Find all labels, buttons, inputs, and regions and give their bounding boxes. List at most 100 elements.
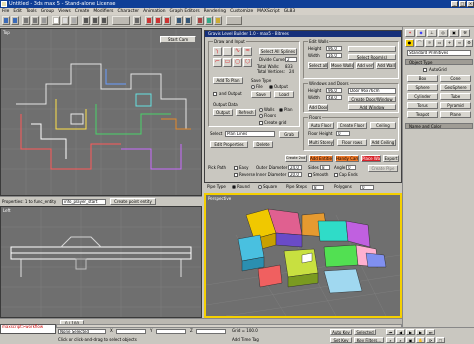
pipe-steps-field[interactable]: 8	[312, 185, 324, 190]
primitive-type-dropdown[interactable]: Standard Primitives	[407, 50, 471, 56]
menu-file[interactable]: File	[0, 9, 11, 14]
select-all-splines-button[interactable]: Select All Splines	[259, 48, 297, 55]
angle-field[interactable]: 0	[346, 165, 356, 170]
floors-radio[interactable]	[259, 114, 263, 118]
select-dropdown[interactable]: Plan Lines	[225, 131, 275, 137]
bind-icon[interactable]	[40, 16, 48, 25]
geosphere-button[interactable]: GeoSphere	[440, 84, 471, 91]
menu-character[interactable]: Character	[115, 9, 141, 14]
auto-key-button[interactable]: Auto Key	[330, 329, 352, 335]
wave-tool-icon[interactable]: ≈	[243, 47, 252, 56]
file-radio[interactable]	[251, 85, 255, 89]
add-door-button[interactable]: Add Door	[308, 104, 328, 111]
viewport-left[interactable]: Left	[0, 206, 202, 318]
angle-snap-icon[interactable]	[154, 16, 162, 25]
align-icon[interactable]	[184, 16, 192, 25]
save-button[interactable]: Save	[251, 91, 271, 98]
move-icon[interactable]	[82, 16, 90, 25]
render-scene-icon[interactable]	[205, 16, 213, 25]
ceiling-button[interactable]: Ceiling	[370, 122, 396, 129]
play-icon[interactable]: ▶	[406, 329, 415, 335]
lights-icon[interactable]: ☼	[425, 39, 434, 47]
rotate-icon[interactable]	[91, 16, 99, 25]
and-output-checkbox[interactable]	[213, 92, 217, 96]
redo-icon[interactable]	[11, 16, 19, 25]
y-coord-field[interactable]	[156, 329, 186, 334]
name-color-rollout[interactable]: Name and Color	[405, 123, 473, 129]
menu-group[interactable]: Group	[39, 9, 56, 14]
pan-icon[interactable]: ✋	[416, 337, 425, 343]
create-door-window-button[interactable]: Create Door/Window	[348, 96, 396, 102]
output-button[interactable]: Output	[213, 109, 233, 116]
select-all-button[interactable]: Select all	[308, 62, 328, 69]
viewport-perspective[interactable]: Perspective	[204, 193, 402, 318]
create-2nd-storey-button[interactable]: Create 2nd storey	[285, 155, 307, 162]
menu-maxscript[interactable]: MAXScript	[255, 9, 282, 14]
menu-animation[interactable]: Animation	[141, 9, 167, 14]
output-radio[interactable]	[269, 85, 273, 89]
pick-path-label[interactable]: Pick Path	[208, 165, 226, 170]
go-to-end-icon[interactable]: ⏭	[426, 329, 435, 335]
prev-frame-icon[interactable]: ◀	[396, 329, 405, 335]
grab-button[interactable]: Grab	[279, 131, 299, 138]
export-button[interactable]: Export	[383, 155, 399, 162]
select-icon[interactable]	[52, 16, 60, 25]
walls-radio[interactable]	[259, 108, 263, 112]
selected-dropdown[interactable]: Selected	[354, 329, 376, 335]
select-by-name-icon[interactable]	[61, 16, 69, 25]
delete-button[interactable]: Delete	[253, 141, 273, 148]
percent-snap-icon[interactable]	[163, 16, 171, 25]
arc-rotate-icon[interactable]: ⟳	[426, 337, 435, 343]
menu-customize[interactable]: Customize	[228, 9, 255, 14]
torus-button[interactable]: Torus	[407, 102, 438, 109]
zoom-all-icon[interactable]: ⌕	[396, 337, 405, 343]
menu-tools[interactable]: Tools	[24, 9, 39, 14]
reference-coord-dropdown[interactable]	[112, 16, 130, 25]
cap-ends-checkbox[interactable]	[334, 173, 338, 177]
unlink-icon[interactable]	[31, 16, 39, 25]
create-point-entity-button[interactable]: Create point entity	[110, 198, 156, 205]
plan-radio[interactable]	[279, 108, 283, 112]
refresh-button[interactable]: Refresh	[236, 109, 256, 116]
create-pipe-button[interactable]: Create Pipe	[368, 165, 398, 172]
line-tool-icon[interactable]: ╮	[213, 47, 222, 56]
menu-views[interactable]: Views	[56, 9, 73, 14]
window-height-field[interactable]: 96.0	[326, 88, 342, 93]
round-radio[interactable]	[232, 185, 236, 189]
mirror-icon[interactable]	[175, 16, 183, 25]
hierarchy-tab-icon[interactable]: ⊥	[427, 29, 437, 37]
multi-storey-button[interactable]: Multi Storey	[308, 139, 334, 146]
tube-button[interactable]: Tube	[440, 93, 471, 100]
select-rooms-button[interactable]: Select Room(s)	[348, 54, 396, 60]
create-tab-icon[interactable]: ✶	[405, 29, 415, 37]
render-type-dropdown[interactable]	[226, 16, 242, 25]
sphere-button[interactable]: Sphere	[407, 84, 438, 91]
geometry-icon[interactable]: ●	[405, 39, 414, 47]
systems-icon[interactable]: ⚙	[465, 39, 473, 47]
menu-gl83[interactable]: GL83	[282, 9, 297, 14]
add-wall-button[interactable]: Add Wall	[376, 62, 396, 69]
maximize-button[interactable]: □	[459, 1, 466, 7]
menu-edit[interactable]: Edit	[11, 9, 24, 14]
box-button[interactable]: Box	[407, 75, 438, 82]
maxscript-listener[interactable]: maxscript>workflow	[0, 324, 56, 334]
inner-diameter-field[interactable]: 20.0	[288, 172, 302, 177]
utilities-tab-icon[interactable]: ⚒	[460, 29, 470, 37]
viewport-top[interactable]: Top	[0, 28, 202, 196]
floor-height-field[interactable]: 0	[336, 131, 350, 136]
divide-curves-field[interactable]: 2	[285, 57, 297, 62]
add-entities-button[interactable]: Add Entities	[309, 155, 333, 162]
move-walls-button[interactable]: Move Walls	[330, 62, 354, 69]
menu-rendering[interactable]: Rendering	[202, 9, 228, 14]
go-to-start-icon[interactable]: ⏮	[386, 329, 395, 335]
menu-create[interactable]: Create	[73, 9, 92, 14]
pyramid-button[interactable]: Pyramid	[440, 102, 471, 109]
maximize-viewport-icon[interactable]: □	[436, 337, 445, 343]
auto-floor-button[interactable]: Auto Floor	[308, 122, 334, 129]
outer-diameter-field[interactable]: 24.0	[288, 165, 302, 170]
cameras-icon[interactable]: ▭	[435, 39, 444, 47]
edit-properties-button[interactable]: Edit Properties	[210, 141, 248, 148]
shapes-icon[interactable]: ⌒	[415, 39, 424, 47]
menu-graph-editors[interactable]: Graph Editors	[168, 9, 202, 14]
zoom-icon[interactable]: ⌕	[386, 337, 395, 343]
